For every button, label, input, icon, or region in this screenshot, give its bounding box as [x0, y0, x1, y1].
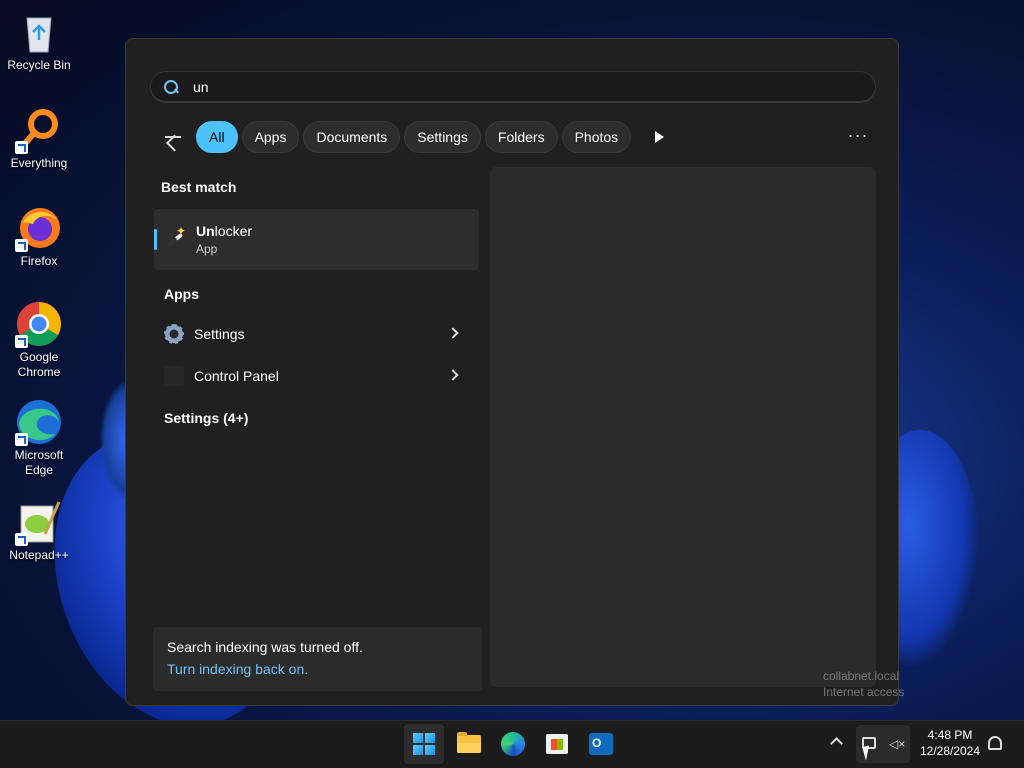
- desktop-icon-label: Everything: [10, 156, 68, 170]
- gear-icon: [164, 324, 184, 344]
- watermark-line: collabnet.local: [823, 669, 900, 683]
- back-arrow-icon[interactable]: [156, 121, 188, 153]
- settings-heading[interactable]: Settings (4+): [164, 410, 248, 426]
- filter-settings[interactable]: Settings: [404, 121, 481, 153]
- volume-muted-icon: ◁×: [889, 737, 906, 751]
- filter-photos[interactable]: Photos: [561, 121, 632, 153]
- notification-bell-icon[interactable]: [988, 736, 1002, 750]
- app-result-control-panel[interactable]: Control Panel: [154, 356, 479, 396]
- taskbar-file-explorer[interactable]: [449, 724, 489, 764]
- chevron-right-icon[interactable]: [447, 327, 459, 339]
- filter-folders[interactable]: Folders: [484, 121, 558, 153]
- desktop-icon-edge[interactable]: Microsoft Edge: [0, 398, 78, 478]
- firefox-icon: [15, 204, 63, 252]
- more-options-icon[interactable]: ···: [844, 121, 872, 153]
- notepadpp-icon: [15, 498, 63, 546]
- everything-search-icon: [15, 106, 63, 154]
- app-result-settings[interactable]: Settings: [154, 314, 479, 354]
- search-box[interactable]: [150, 71, 876, 103]
- best-match-name: Unlocker: [196, 223, 252, 239]
- filter-all[interactable]: All: [196, 121, 238, 153]
- shortcut-arrow-icon: [15, 335, 28, 348]
- apps-heading: Apps: [164, 286, 199, 302]
- start-button[interactable]: [404, 724, 444, 764]
- desktop-icon-label: Google Chrome: [17, 350, 61, 379]
- desktop-icon-chrome[interactable]: Google Chrome: [0, 300, 78, 380]
- desktop-icon-notepadpp[interactable]: Notepad++: [0, 498, 78, 563]
- indexing-notice: Search indexing was turned off. Turn ind…: [153, 627, 482, 691]
- taskbar-store[interactable]: [537, 724, 577, 764]
- taskbar-edge[interactable]: [493, 724, 533, 764]
- chevron-right-icon[interactable]: [447, 369, 459, 381]
- desktop-icon-firefox[interactable]: Firefox: [0, 204, 78, 269]
- filter-apps[interactable]: Apps: [241, 121, 300, 153]
- recycle-bin-icon: [15, 8, 63, 56]
- desktop-icon-recycle-bin[interactable]: Recycle Bin: [0, 8, 78, 73]
- shortcut-arrow-icon: [15, 533, 28, 546]
- store-icon: [546, 734, 568, 754]
- control-panel-icon: [164, 366, 184, 386]
- indexing-message: Search indexing was turned off.: [167, 639, 363, 655]
- desktop-icon-label: Firefox: [20, 254, 58, 268]
- shortcut-arrow-icon: [15, 433, 28, 446]
- filter-documents[interactable]: Documents: [303, 121, 401, 153]
- best-match-type: App: [196, 242, 218, 256]
- app-result-label: Control Panel: [194, 368, 279, 384]
- edge-icon: [501, 732, 525, 756]
- best-match-name-highlight: Un: [196, 223, 215, 239]
- desktop-icon-label: Microsoft Edge: [14, 448, 64, 477]
- edge-icon: [15, 398, 63, 446]
- preview-pane: [490, 167, 876, 687]
- search-input[interactable]: [193, 78, 843, 95]
- turn-indexing-on-link[interactable]: Turn indexing back on.: [167, 661, 468, 677]
- file-explorer-icon: [457, 732, 481, 753]
- clock-date: 12/28/2024: [919, 744, 981, 758]
- unlocker-wand-icon: [164, 224, 188, 252]
- best-match-name-rest: locker: [214, 223, 253, 239]
- taskbar-outlook[interactable]: [581, 724, 621, 764]
- app-result-label: Settings: [194, 326, 245, 342]
- search-icon: [163, 79, 179, 95]
- outlook-icon: [589, 733, 613, 755]
- start-icon: [413, 733, 435, 755]
- clock-time: 4:48 PM: [927, 728, 973, 742]
- search-panel: All Apps Documents Settings Folders Phot…: [125, 38, 899, 706]
- best-match-heading: Best match: [161, 179, 237, 195]
- selection-accent: [154, 229, 157, 250]
- shortcut-arrow-icon: [15, 141, 28, 154]
- chrome-icon: [15, 300, 63, 348]
- desktop-icon-label: Recycle Bin: [7, 58, 71, 72]
- more-filters-play-icon[interactable]: [643, 121, 675, 153]
- filter-bar: All Apps Documents Settings Folders Phot…: [156, 121, 675, 153]
- network-watermark: collabnet.local Internet access: [823, 668, 904, 700]
- best-match-result[interactable]: Unlocker App: [154, 209, 479, 270]
- shortcut-arrow-icon: [15, 239, 28, 252]
- desktop-icon-everything[interactable]: Everything: [0, 106, 78, 171]
- desktop-icon-label: Notepad++: [9, 548, 69, 562]
- watermark-line: Internet access: [823, 685, 905, 699]
- taskbar-clock[interactable]: 4:48 PM 12/28/2024: [914, 727, 986, 759]
